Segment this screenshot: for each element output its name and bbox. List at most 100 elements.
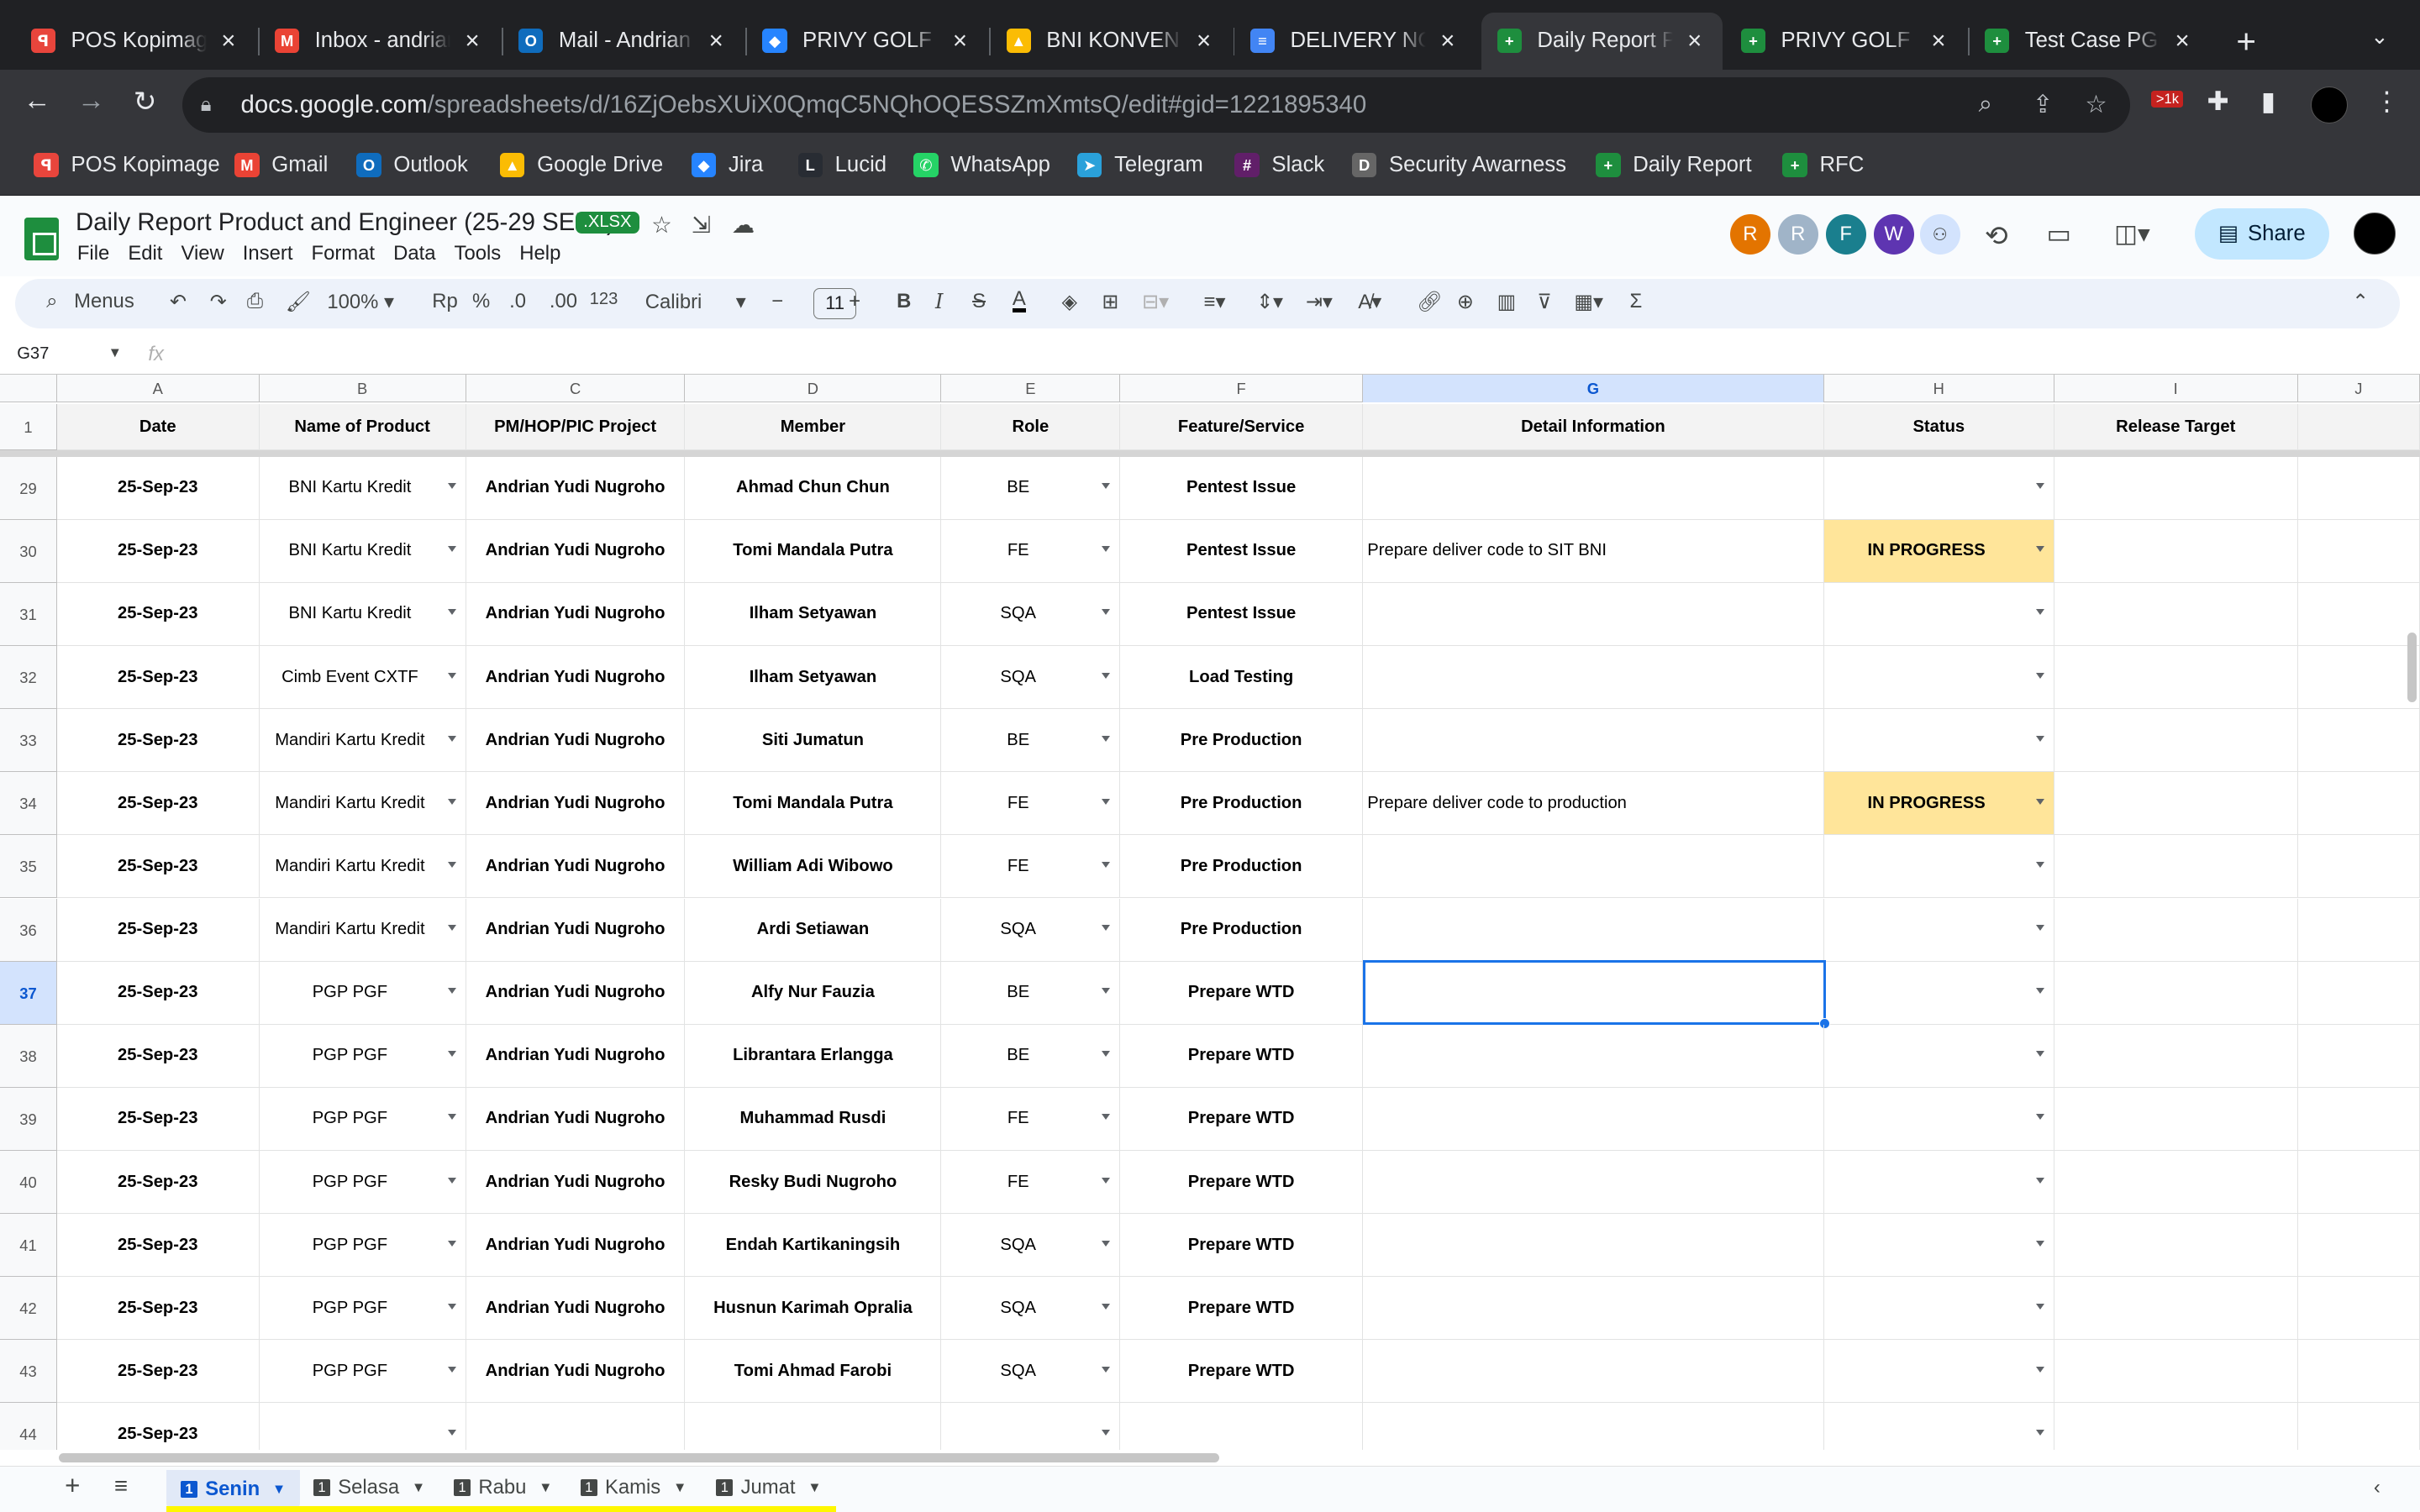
browser-tab[interactable]: O Mail - Andrian × (503, 13, 744, 70)
dropdown-chevron-icon[interactable] (1102, 925, 1111, 931)
dropdown-chevron-icon[interactable] (2035, 1051, 2044, 1057)
row-header[interactable]: 1 (0, 404, 57, 451)
column-header-f[interactable]: F (1120, 375, 1363, 403)
cell-detail[interactable] (1363, 456, 1824, 519)
sheet-tab-rabu[interactable]: 1 Rabu ▼ (453, 1476, 552, 1499)
cell-member[interactable] (685, 1403, 942, 1451)
row-header[interactable]: 30 (0, 519, 57, 583)
sheet-tab-kamis[interactable]: 1 Kamis ▼ (580, 1476, 687, 1499)
cell-status[interactable] (1824, 1087, 2054, 1150)
cell-member[interactable]: Endah Kartikaningsih (685, 1214, 942, 1277)
text-wrapping-icon[interactable]: ⇥▾ (1306, 290, 1333, 314)
cell-feature[interactable]: Pre Production (1120, 772, 1363, 835)
cell-pic[interactable]: Andrian Yudi Nugroho (466, 772, 686, 835)
column-title[interactable]: Status (1824, 404, 2054, 450)
menu-data[interactable]: Data (393, 242, 435, 265)
dropdown-chevron-icon[interactable] (2035, 1430, 2044, 1436)
extensions-puzzle-icon[interactable]: ✚ (2207, 87, 2228, 117)
vertical-align-icon[interactable]: ⇕▾ (1256, 290, 1283, 314)
tab-close-icon[interactable]: × (2170, 27, 2194, 55)
undo-icon[interactable]: ↶ (170, 290, 187, 314)
dropdown-chevron-icon[interactable] (1102, 1303, 1111, 1310)
cell-role[interactable]: FE (941, 519, 1121, 582)
sheet-tab-jumat[interactable]: 1 Jumat ▼ (716, 1476, 822, 1499)
row-header[interactable]: 44 (0, 1403, 57, 1451)
back-icon[interactable]: ← (18, 85, 55, 117)
cell-empty[interactable] (2298, 646, 2420, 709)
cell-status[interactable] (1824, 1340, 2054, 1403)
dropdown-chevron-icon[interactable] (2035, 735, 2044, 742)
cell-status[interactable] (1824, 1403, 2054, 1451)
cell-status[interactable] (1824, 898, 2054, 961)
dropdown-chevron-icon[interactable] (447, 1177, 456, 1184)
sheet-tab-menu-icon[interactable]: ▼ (808, 1479, 821, 1496)
cell-role[interactable]: BE (941, 1024, 1121, 1087)
zoom-icon[interactable]: ⌕ (1979, 90, 1992, 118)
cell-status[interactable] (1824, 582, 2054, 645)
column-header-b[interactable]: B (260, 375, 466, 403)
cell-member[interactable]: Ilham Setyawan (685, 582, 942, 645)
cell-pic[interactable]: Andrian Yudi Nugroho (466, 1214, 686, 1277)
dropdown-chevron-icon[interactable] (1102, 1240, 1111, 1247)
bookmark-item[interactable]: ▲ Google Drive (500, 152, 663, 178)
cell-role[interactable]: BE (941, 709, 1121, 772)
row-header[interactable]: 43 (0, 1340, 57, 1404)
dropdown-chevron-icon[interactable] (1102, 798, 1111, 805)
dropdown-chevron-icon[interactable] (2035, 1240, 2044, 1247)
cell-feature[interactable]: Pre Production (1120, 709, 1363, 772)
increase-decimal[interactable]: .00 (550, 290, 577, 313)
cell-member[interactable]: Husnun Karimah Opralia (685, 1277, 942, 1340)
column-title[interactable]: Release Target (2054, 404, 2298, 450)
paint-format-icon[interactable]: 🖌︎ (286, 290, 311, 314)
cell-product[interactable]: BNI Kartu Kredit (260, 456, 466, 519)
number-format[interactable]: 123 (590, 290, 618, 309)
cell-member[interactable]: Siti Jumatun (685, 709, 942, 772)
cell-empty[interactable] (2298, 835, 2420, 898)
bookmark-item[interactable]: ✆ WhatsApp (913, 152, 1050, 178)
dropdown-chevron-icon[interactable] (1102, 1366, 1111, 1373)
cell-empty[interactable] (2298, 1024, 2420, 1087)
cell-status[interactable] (1824, 1214, 2054, 1277)
column-title[interactable]: PM/HOP/PIC Project (466, 404, 686, 450)
cell-detail[interactable] (1363, 1214, 1824, 1277)
cell-detail[interactable] (1363, 709, 1824, 772)
bookmark-item[interactable]: M Gmail (234, 152, 328, 178)
decrease-font-size-icon[interactable]: − (771, 290, 783, 313)
reload-icon[interactable]: ↻ (127, 85, 164, 118)
cell-role[interactable]: SQA (941, 1340, 1121, 1403)
tab-close-icon[interactable]: × (1926, 27, 1950, 55)
cell-member[interactable]: Tomi Ahmad Farobi (685, 1340, 942, 1403)
dropdown-chevron-icon[interactable] (447, 1240, 456, 1247)
dropdown-chevron-icon[interactable] (2035, 988, 2044, 994)
cell-empty[interactable] (2054, 1024, 2298, 1087)
bookmark-item[interactable]: D Security Awarness (1351, 152, 1566, 178)
dropdown-chevron-icon[interactable] (1102, 546, 1111, 552)
cell-empty[interactable] (2298, 961, 2420, 1024)
menu-view[interactable]: View (181, 242, 224, 265)
browser-tab[interactable]: ≡ DELIVERY NO × (1234, 13, 1476, 70)
dropdown-chevron-icon[interactable] (447, 735, 456, 742)
dropdown-chevron-icon[interactable] (2035, 609, 2044, 616)
cell-member[interactable]: William Adi Wibowo (685, 835, 942, 898)
cell-date[interactable]: 25-Sep-23 (57, 772, 260, 835)
column-header-j[interactable]: J (2298, 375, 2420, 403)
cell-feature[interactable]: Pentest Issue (1120, 582, 1363, 645)
dropdown-chevron-icon[interactable] (447, 925, 456, 931)
sheet-tab-menu-icon[interactable]: ▼ (412, 1479, 425, 1496)
cell-empty[interactable] (2054, 646, 2298, 709)
cell-member[interactable]: Muhammad Rusdi (685, 1087, 942, 1150)
dropdown-chevron-icon[interactable] (2035, 1366, 2044, 1373)
dropdown-chevron-icon[interactable] (2035, 1114, 2044, 1121)
all-sheets-icon[interactable]: ≡ (114, 1473, 128, 1499)
column-header-d[interactable]: D (685, 375, 942, 403)
dropdown-chevron-icon[interactable] (447, 609, 456, 616)
cell-feature[interactable]: Prepare WTD (1120, 1087, 1363, 1150)
filter-views-icon[interactable]: ▦▾ (1574, 290, 1603, 314)
cell-product[interactable]: Cimb Event CXTF (260, 646, 466, 709)
cell-pic[interactable]: Andrian Yudi Nugroho (466, 898, 686, 961)
dropdown-chevron-icon[interactable] (1102, 672, 1111, 679)
row-header[interactable]: 34 (0, 772, 57, 836)
cell-date[interactable]: 25-Sep-23 (57, 582, 260, 645)
collaborator-avatar[interactable]: W (1873, 214, 1914, 255)
menu-tools[interactable]: Tools (455, 242, 502, 265)
